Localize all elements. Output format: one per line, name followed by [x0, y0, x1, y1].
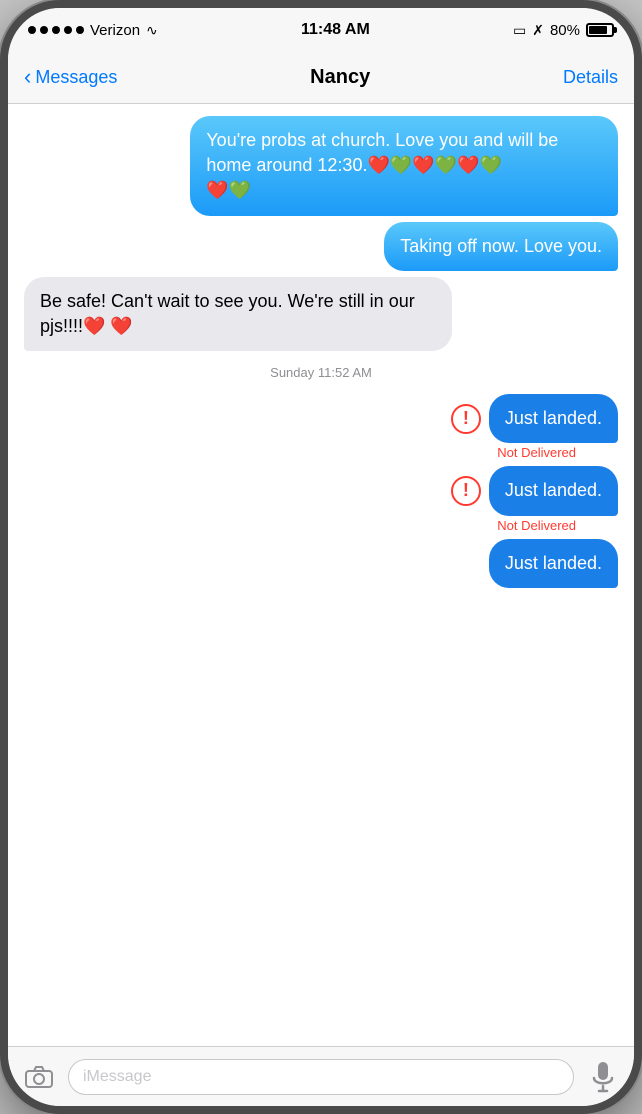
- message-text-6: Just landed.: [505, 553, 602, 573]
- battery-percent: 80%: [550, 22, 580, 39]
- message-bubble-outgoing-3: Just landed.: [489, 394, 618, 443]
- screen-mirroring-icon: ▭: [513, 22, 526, 39]
- signal-dot-2: [40, 26, 48, 34]
- bluetooth-icon: ✗: [532, 22, 544, 39]
- message-bubble-outgoing-2: Taking off now. Love you.: [384, 222, 618, 271]
- signal-dots: [28, 26, 84, 34]
- status-left: Verizon ∿: [28, 22, 158, 39]
- back-label: Messages: [35, 67, 117, 88]
- message-text-2: Taking off now. Love you.: [400, 236, 602, 256]
- battery-fill: [589, 26, 607, 34]
- battery-icon: [586, 23, 614, 37]
- message-bubble-outgoing-5: Just landed.: [489, 539, 618, 588]
- mic-icon: [592, 1061, 614, 1093]
- input-bar: iMessage: [8, 1046, 634, 1106]
- conversation-title: Nancy: [310, 66, 370, 89]
- details-button[interactable]: Details: [563, 67, 618, 88]
- messages-area: You're probs at church. Love you and wil…: [8, 104, 634, 1046]
- message-text-5: Just landed.: [505, 480, 602, 500]
- status-time: 11:48 AM: [301, 21, 370, 39]
- signal-dot-5: [76, 26, 84, 34]
- message-error-row-2: ! Just landed. Not Delivered: [24, 466, 618, 532]
- error-icon-1[interactable]: !: [451, 404, 481, 434]
- nav-bar: ‹ Messages Nancy Details: [8, 52, 634, 104]
- signal-dot-3: [52, 26, 60, 34]
- wifi-icon: ∿: [146, 22, 158, 39]
- camera-button[interactable]: [20, 1058, 58, 1096]
- not-delivered-label-1: Not Delivered: [24, 445, 576, 460]
- message-input[interactable]: iMessage: [68, 1059, 574, 1095]
- signal-dot-1: [28, 26, 36, 34]
- message-text-1: You're probs at church. Love you and wil…: [206, 130, 558, 200]
- error-icon-2[interactable]: !: [451, 476, 481, 506]
- signal-dot-4: [64, 26, 72, 34]
- carrier-label: Verizon: [90, 22, 140, 39]
- timestamp-1: Sunday 11:52 AM: [24, 365, 618, 380]
- not-delivered-label-2: Not Delivered: [24, 518, 576, 533]
- message-text-4: Just landed.: [505, 408, 602, 428]
- message-bubble-outgoing-4: Just landed.: [489, 466, 618, 515]
- message-text-3: Be safe! Can't wait to see you. We're st…: [40, 291, 415, 336]
- back-button[interactable]: ‹ Messages: [24, 67, 117, 88]
- status-right: ▭ ✗ 80%: [513, 22, 614, 39]
- status-bar: Verizon ∿ 11:48 AM ▭ ✗ 80%: [8, 8, 634, 52]
- camera-icon: [24, 1065, 54, 1089]
- message-placeholder: iMessage: [83, 1068, 151, 1086]
- message-error-row-1: ! Just landed. Not Delivered: [24, 394, 618, 460]
- phone-frame: Verizon ∿ 11:48 AM ▭ ✗ 80% ‹ Messages Na…: [0, 0, 642, 1114]
- mic-button[interactable]: [584, 1058, 622, 1096]
- message-bubble-incoming-1: Be safe! Can't wait to see you. We're st…: [24, 277, 452, 351]
- back-arrow-icon: ‹: [24, 66, 31, 88]
- message-bubble-outgoing-1: You're probs at church. Love you and wil…: [190, 116, 618, 216]
